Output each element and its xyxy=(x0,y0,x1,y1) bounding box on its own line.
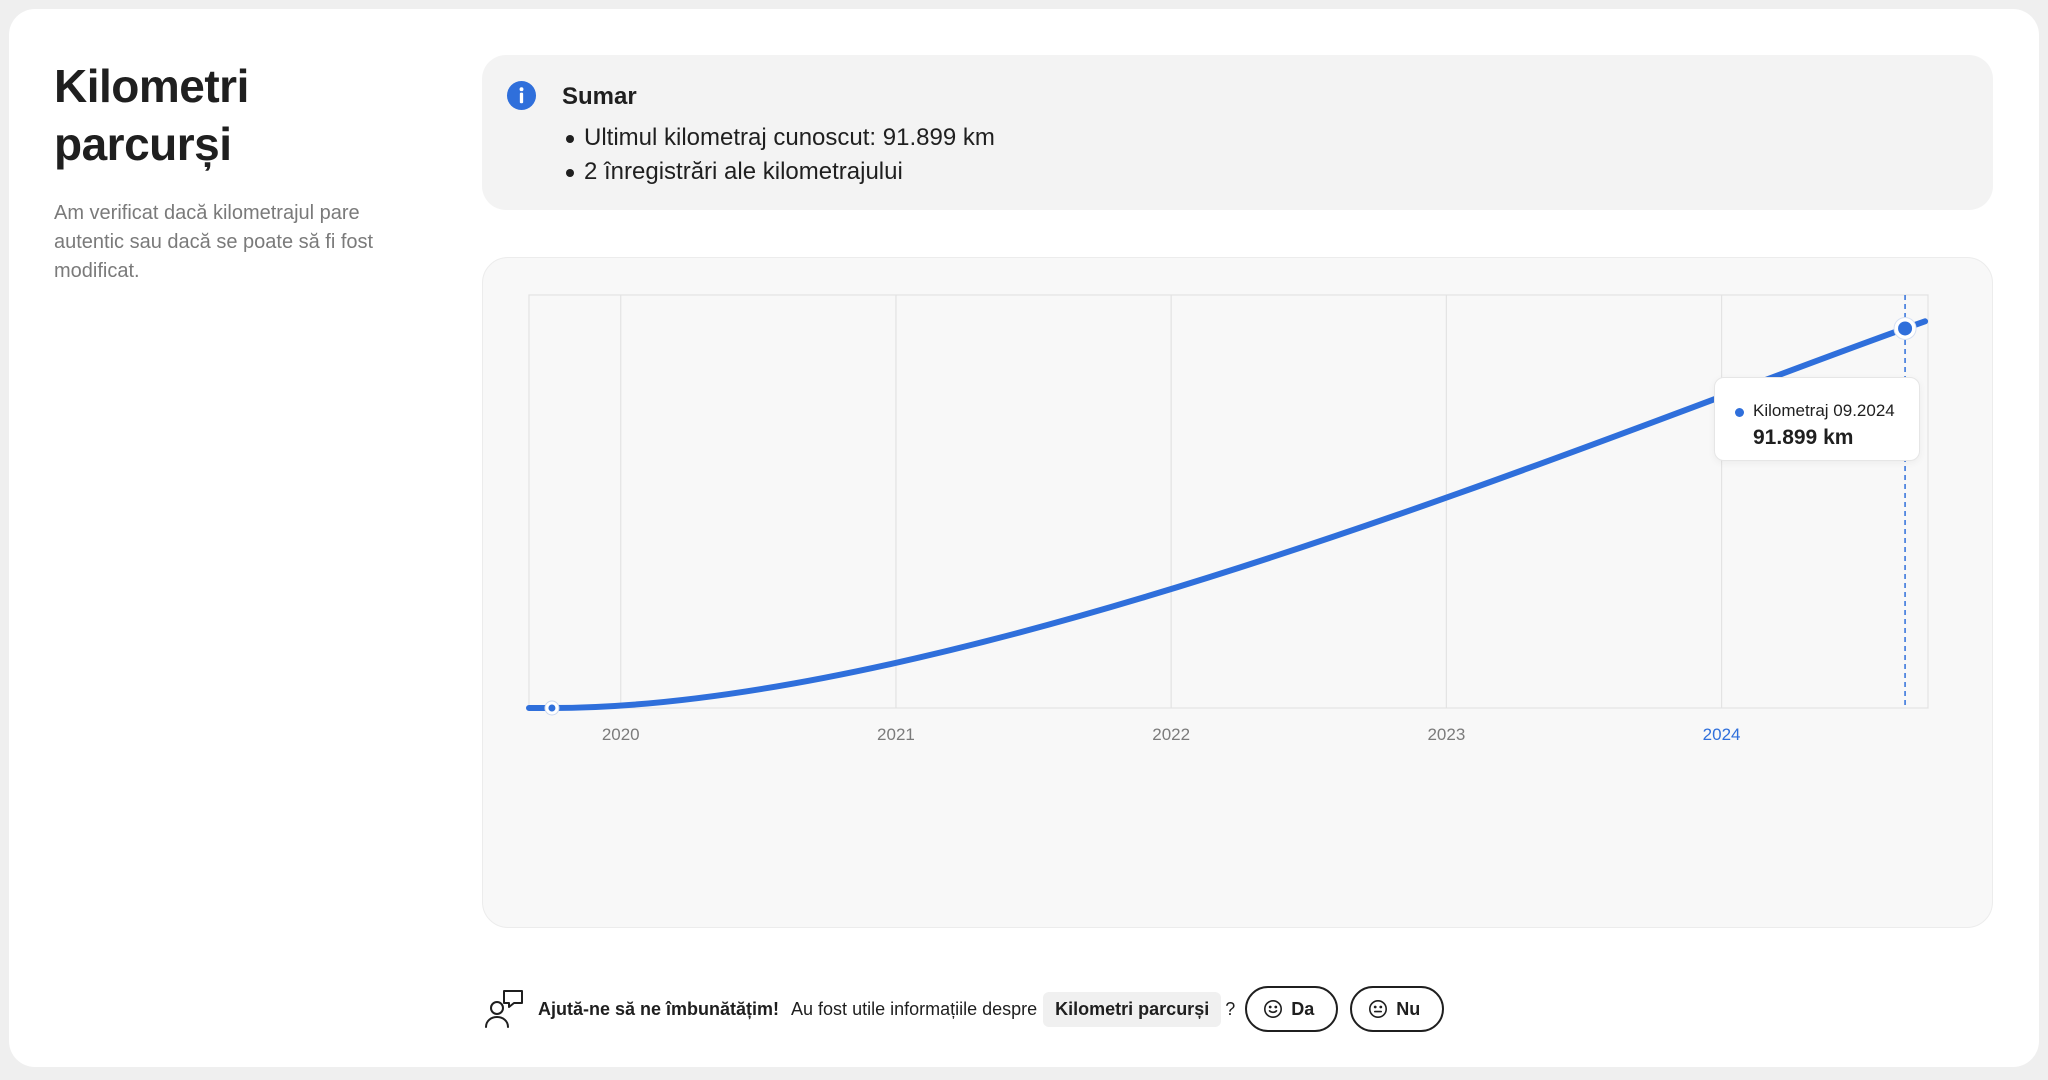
smile-icon xyxy=(1264,1000,1283,1018)
mileage-chart-panel: 2020 2021 2022 2023 2024 Kilometraj 09.2024 … xyxy=(482,257,1993,928)
page-title-line1: Kilometri xyxy=(54,60,249,112)
summary-box: Sumar Ultimul kilometraj cunoscut: 91.89… xyxy=(482,55,1993,210)
feedback-topic-tag: Kilometri parcurși xyxy=(1043,991,1222,1027)
feedback-no-button[interactable]: Nu xyxy=(1350,986,1445,1032)
page-description: Am verificat dacă kilometrajul pare aute… xyxy=(54,202,374,282)
feedback-question-mark: ? xyxy=(1225,998,1236,1019)
x-tick-label-2024: 2024 xyxy=(1703,725,1741,744)
summary-title: Sumar xyxy=(562,83,637,110)
tooltip-series-dot xyxy=(1735,408,1744,417)
feedback-yes-button[interactable]: Da xyxy=(1245,986,1339,1032)
summary-list: Ultimul kilometraj cunoscut: 91.899 km 2… xyxy=(562,121,995,189)
tooltip-label: Kilometraj 09.2024 xyxy=(1753,401,1895,420)
feedback-bar: Ajută-ne să ne îmbunătățim! Au fost util… xyxy=(482,977,1456,1041)
feedback-question: Au fost utile informațiile despre xyxy=(791,998,1038,1019)
x-tick-label-2023: 2023 xyxy=(1427,725,1465,744)
data-point-start xyxy=(548,704,556,712)
content-card: Kilometri parcurși Am verificat dacă kil… xyxy=(9,9,2039,1067)
x-tick-label-2020: 2020 xyxy=(602,725,640,744)
feedback-person-icon xyxy=(485,990,523,1028)
neutral-face-icon xyxy=(1369,1000,1388,1018)
x-tick-label-2021: 2021 xyxy=(877,725,915,744)
section-header: Kilometri parcurși Am verificat dacă kil… xyxy=(54,57,414,286)
data-point-end xyxy=(1898,321,1913,336)
x-tick-label-2022: 2022 xyxy=(1152,725,1190,744)
info-icon xyxy=(506,80,537,111)
page-title-line2: parcurși xyxy=(54,118,232,170)
feedback-no-label: Nu xyxy=(1396,998,1421,1019)
plot-area-frame xyxy=(528,294,1929,709)
tooltip-value: 91.899 km xyxy=(1753,426,1854,449)
mileage-chart: 2020 2021 2022 2023 2024 xyxy=(526,294,1929,744)
chart-tooltip: Kilometraj 09.2024 91.899 km xyxy=(1714,377,1920,461)
page-title: Kilometri parcurși xyxy=(54,57,414,173)
feedback-heading: Ajută-ne să ne îmbunătățim! xyxy=(538,998,780,1019)
summary-item-records-count: 2 înregistrări ale kilometrajului xyxy=(562,155,995,189)
feedback-yes-label: Da xyxy=(1291,998,1315,1019)
summary-item-last-mileage: Ultimul kilometraj cunoscut: 91.899 km xyxy=(562,121,995,155)
